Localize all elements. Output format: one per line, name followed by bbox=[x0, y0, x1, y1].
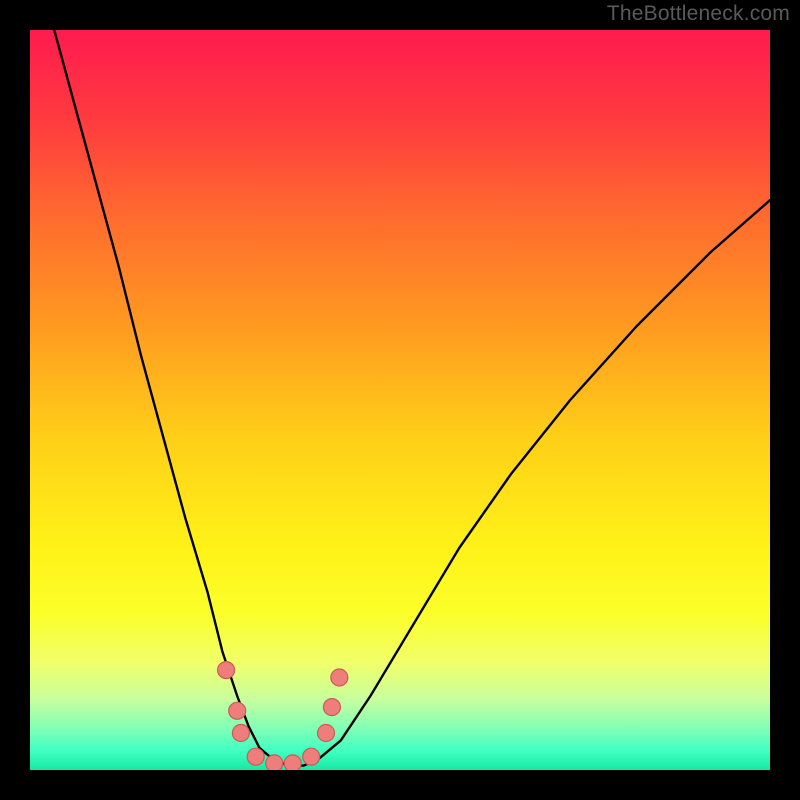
gradient-rect bbox=[30, 30, 770, 770]
plot-area bbox=[30, 30, 770, 770]
highlight-dot bbox=[331, 669, 348, 686]
watermark-text: TheBottleneck.com bbox=[607, 2, 790, 26]
highlight-dot bbox=[284, 755, 301, 770]
highlight-dot bbox=[232, 725, 249, 742]
chart-container: TheBottleneck.com bbox=[0, 0, 800, 800]
highlight-dot bbox=[323, 699, 340, 716]
highlight-dot bbox=[266, 755, 283, 770]
chart-svg bbox=[30, 30, 770, 770]
highlight-dot bbox=[303, 748, 320, 765]
highlight-dot bbox=[229, 702, 246, 719]
highlight-dot bbox=[218, 662, 235, 679]
highlight-dot bbox=[247, 748, 264, 765]
highlight-dot bbox=[318, 725, 335, 742]
